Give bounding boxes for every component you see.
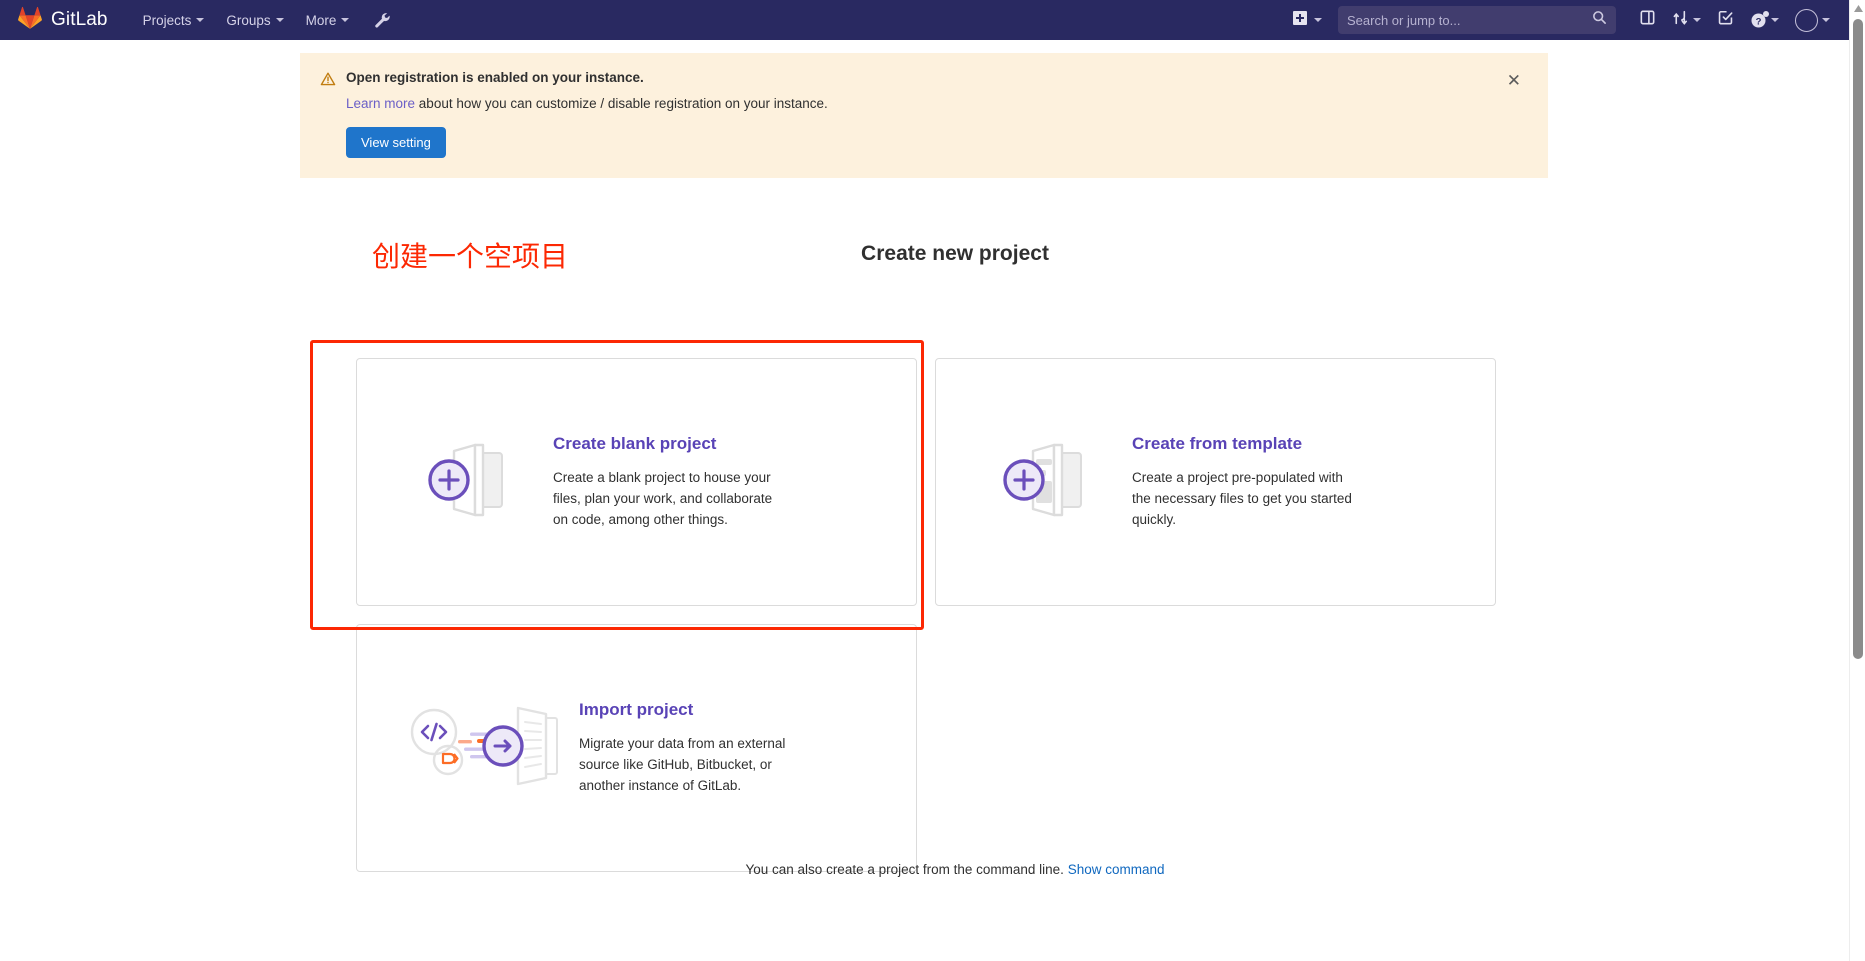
close-icon[interactable]: ✕ [1502,70,1526,91]
command-line-note: You can also create a project from the c… [45,862,1865,877]
import-project-icon [401,698,561,799]
navbar-right-section: ? [1284,2,1855,39]
blank-project-illustration [393,437,543,528]
create-project-section: 创建一个空项目 Create new project Create blank … [0,222,1865,877]
primary-nav: Projects Groups More [134,7,359,34]
help-button[interactable]: ? [1743,5,1786,36]
import-project-illustration [393,698,569,799]
chevron-down-icon [1822,18,1830,22]
nav-item-more-label: More [305,12,337,28]
open-registration-alert: Open registration is enabled on your ins… [300,53,1548,179]
issues-board-button[interactable] [1632,2,1663,38]
alert-description: Learn more about how you can customize /… [346,95,1488,114]
chevron-down-icon [341,18,350,22]
todo-check-icon [1717,9,1734,31]
merge-request-icon [1672,9,1689,31]
learn-more-link[interactable]: Learn more [346,96,415,111]
gitlab-logo-home-link[interactable]: GitLab [18,6,108,34]
todos-button[interactable] [1710,2,1741,38]
card-title: Create from template [1132,434,1303,454]
chevron-down-icon [1314,18,1322,22]
card-text-block: Import project Migrate your data from an… [569,700,811,796]
annotation-text: 创建一个空项目 [372,240,569,273]
alert-body: Open registration is enabled on your ins… [346,69,1488,159]
show-command-link[interactable]: Show command [1068,862,1165,877]
merge-requests-button[interactable] [1665,2,1708,38]
alert-title: Open registration is enabled on your ins… [346,70,644,85]
page-title: Create new project [861,242,1049,265]
project-option-cards: Create blank project Create a blank proj… [356,358,1496,872]
user-menu-button[interactable] [1788,2,1837,39]
nav-item-groups-label: Groups [226,12,271,28]
card-description: Create a blank project to house your fil… [553,469,773,527]
blank-project-icon [419,437,517,528]
notification-dot-icon [1763,10,1769,17]
issues-board-icon [1639,9,1656,31]
gitlab-fox-logo-icon [18,6,42,34]
search-input[interactable] [1347,12,1592,28]
card-text-block: Create blank project Create a blank proj… [543,434,785,530]
scroll-thumb[interactable] [1853,19,1863,659]
card-description: Migrate your data from an external sourc… [579,735,786,793]
nav-item-groups[interactable]: Groups [217,7,292,34]
alert-description-text: about how you can customize / disable re… [415,96,828,112]
nav-item-projects-label: Projects [142,12,192,28]
chevron-down-icon [1693,18,1701,22]
nav-item-projects[interactable]: Projects [134,7,214,34]
new-dropdown-button[interactable] [1284,4,1330,37]
top-navbar: GitLab Projects Groups More Search or ju… [0,0,1865,40]
chevron-down-icon [196,18,205,22]
admin-wrench-icon[interactable] [368,6,397,35]
card-description: Create a project pre-populated with the … [1132,469,1352,527]
user-avatar [1795,8,1818,32]
vertical-scrollbar[interactable] [1849,0,1865,961]
command-line-note-text: You can also create a project from the c… [745,862,1068,877]
warning-triangle-icon [320,71,336,92]
card-text-block: Create from template Create a project pr… [1122,434,1364,530]
create-from-template-card[interactable]: Create from template Create a project pr… [935,358,1496,606]
plus-square-icon [1292,10,1308,31]
search-box[interactable] [1338,6,1616,34]
chevron-down-icon [1771,18,1779,22]
card-title: Create blank project [553,434,717,454]
template-project-icon [998,437,1096,528]
nav-item-more[interactable]: More [297,7,359,34]
brand-name: GitLab [51,9,108,30]
scroll-up-arrow-icon[interactable] [1850,0,1865,17]
import-project-card[interactable]: Import project Migrate your data from an… [356,624,917,872]
template-project-illustration [972,437,1122,528]
chevron-down-icon [275,18,284,22]
search-icon [1592,10,1607,30]
svg-text:?: ? [1756,16,1762,27]
question-circle-icon: ? [1750,10,1769,29]
view-setting-button[interactable]: View setting [346,127,446,159]
create-blank-project-card[interactable]: Create blank project Create a blank proj… [356,358,917,606]
card-title: Import project [579,700,694,720]
